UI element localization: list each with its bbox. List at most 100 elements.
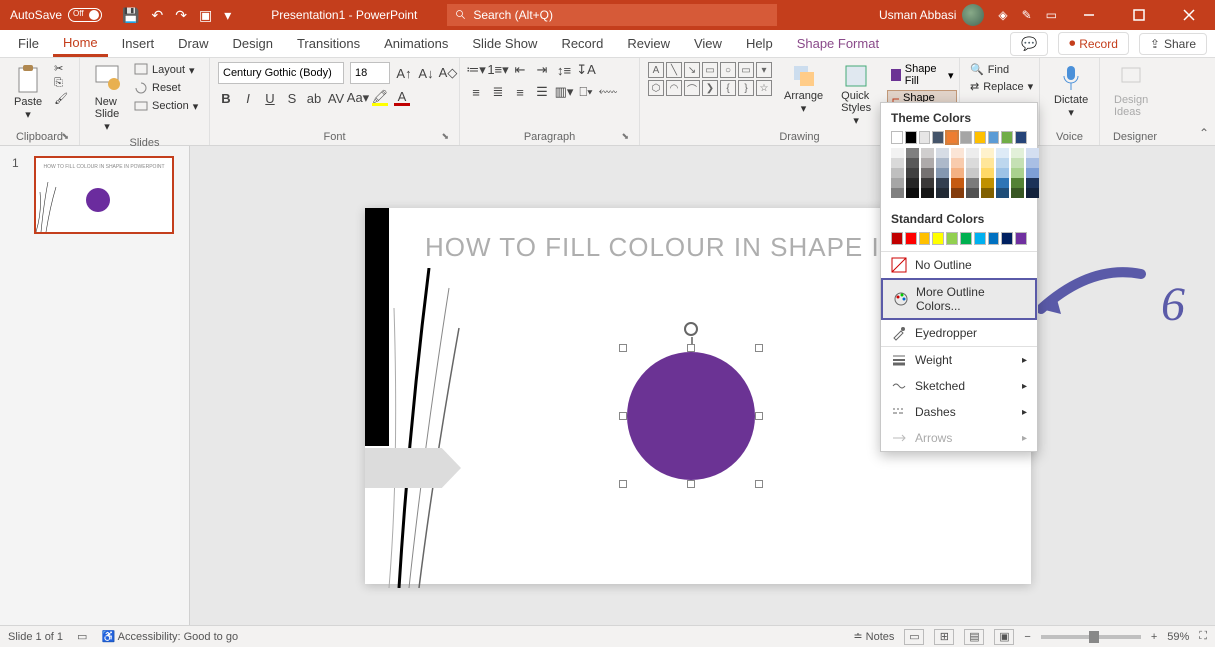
columns-icon[interactable]: ▥▾ <box>556 84 572 100</box>
selected-circle-shape[interactable] <box>623 348 759 484</box>
new-slide-button[interactable]: New Slide▾ <box>88 62 126 135</box>
resize-handle-se[interactable] <box>755 480 763 488</box>
dictate-button[interactable]: Dictate▾ <box>1048 62 1094 121</box>
user-account[interactable]: Usman Abbasi <box>879 4 984 26</box>
close-button[interactable] <box>1171 0 1207 30</box>
outdent-icon[interactable]: ⇤ <box>512 62 528 78</box>
tab-slideshow[interactable]: Slide Show <box>462 32 547 55</box>
theme-color-row[interactable] <box>881 129 1037 146</box>
tab-file[interactable]: File <box>8 32 49 55</box>
collapse-ribbon-icon[interactable]: ⌃ <box>1199 126 1209 140</box>
strike-icon[interactable]: S <box>284 90 300 106</box>
align-right-icon[interactable]: ≡ <box>512 84 528 100</box>
undo-icon[interactable]: ↶ <box>151 7 163 24</box>
shadow-icon[interactable]: ab <box>306 90 322 106</box>
justify-icon[interactable]: ☰ <box>534 84 550 100</box>
clear-format-icon[interactable]: A◇ <box>440 65 456 81</box>
grow-font-icon[interactable]: A↑ <box>396 65 412 81</box>
tab-review[interactable]: Review <box>617 32 680 55</box>
more-outline-colors-item[interactable]: More Outline Colors... <box>881 278 1037 320</box>
spacing-icon[interactable]: AV <box>328 90 344 106</box>
present-icon[interactable]: ▣ <box>199 7 212 24</box>
zoom-level[interactable]: 59% <box>1167 631 1189 643</box>
shapes-gallery[interactable]: A╲↘▭○▭▾ ⬡◠⌒❯{}☆ <box>648 62 772 96</box>
copy-icon[interactable]: ⎘ <box>54 77 68 90</box>
quick-styles-button[interactable]: Quick Styles▾ <box>835 62 877 129</box>
section-button[interactable]: Section▾ <box>132 98 200 114</box>
save-icon[interactable]: 💾 <box>122 7 139 24</box>
bold-icon[interactable]: B <box>218 90 234 106</box>
zoom-in-icon[interactable]: + <box>1151 631 1157 643</box>
case-icon[interactable]: Aa▾ <box>350 90 366 106</box>
minimize-button[interactable] <box>1071 0 1107 30</box>
tab-insert[interactable]: Insert <box>112 32 165 55</box>
arrange-button[interactable]: Arrange▾ <box>778 62 829 117</box>
sorter-view-icon[interactable]: ⊞ <box>934 629 954 645</box>
font-name-combo[interactable]: Century Gothic (Body) <box>218 62 344 84</box>
font-size-combo[interactable]: 18 <box>350 62 390 84</box>
tab-draw[interactable]: Draw <box>168 32 218 55</box>
slideshow-view-icon[interactable]: ▣ <box>994 629 1014 645</box>
tab-home[interactable]: Home <box>53 31 108 57</box>
tab-shape-format[interactable]: Shape Format <box>787 32 889 55</box>
design-ideas-button[interactable]: Design Ideas <box>1108 62 1154 120</box>
format-painter-icon[interactable]: 🖌 <box>54 92 68 105</box>
weight-item[interactable]: Weight▸ <box>881 347 1037 373</box>
notes-button[interactable]: ≐ Notes <box>853 630 894 643</box>
arrow-shape[interactable] <box>365 448 461 488</box>
maximize-button[interactable] <box>1121 0 1157 30</box>
language-icon[interactable]: ▭ <box>77 630 87 643</box>
linespace-icon[interactable]: ↕≡ <box>556 62 572 78</box>
bullets-icon[interactable]: ≔▾ <box>468 62 484 78</box>
reading-view-icon[interactable]: ▤ <box>964 629 984 645</box>
tab-help[interactable]: Help <box>736 32 783 55</box>
align-text-icon[interactable]: ⎕▾ <box>578 84 594 100</box>
redo-icon[interactable]: ↷ <box>175 7 187 24</box>
autosave-toggle[interactable]: Off <box>68 8 102 22</box>
layout-button[interactable]: Layout▾ <box>132 62 200 78</box>
search-box[interactable]: Search (Alt+Q) <box>447 4 777 26</box>
normal-view-icon[interactable]: ▭ <box>904 629 924 645</box>
share-button[interactable]: ⇪Share <box>1139 33 1207 55</box>
pen-icon[interactable]: ✎ <box>1022 8 1032 22</box>
smartart-icon[interactable]: ⬳ <box>600 84 616 100</box>
theme-tints[interactable] <box>881 146 1037 204</box>
resize-handle-s[interactable] <box>687 480 695 488</box>
diamond-icon[interactable]: ◈ <box>998 8 1007 22</box>
font-color-icon[interactable]: A <box>394 90 410 106</box>
sketched-item[interactable]: Sketched▸ <box>881 373 1037 399</box>
rotate-handle[interactable] <box>684 322 698 336</box>
reset-button[interactable]: Reset <box>132 80 200 96</box>
record-button[interactable]: ⏺Record <box>1058 32 1129 55</box>
shrink-font-icon[interactable]: A↓ <box>418 65 434 81</box>
resize-handle-ne[interactable] <box>755 344 763 352</box>
zoom-slider[interactable] <box>1041 635 1141 639</box>
underline-icon[interactable]: U <box>262 90 278 106</box>
tab-record[interactable]: Record <box>551 32 613 55</box>
standard-color-row[interactable] <box>881 230 1037 247</box>
cut-icon[interactable]: ✂ <box>54 62 68 75</box>
dashes-item[interactable]: Dashes▸ <box>881 399 1037 425</box>
align-left-icon[interactable]: ≡ <box>468 84 484 100</box>
find-button[interactable]: 🔍Find <box>968 62 1035 77</box>
resize-handle-nw[interactable] <box>619 344 627 352</box>
fit-window-icon[interactable]: ⛶ <box>1199 630 1207 643</box>
resize-handle-sw[interactable] <box>619 480 627 488</box>
tab-design[interactable]: Design <box>223 32 283 55</box>
numbering-icon[interactable]: 1≡▾ <box>490 62 506 78</box>
tab-animations[interactable]: Animations <box>374 32 458 55</box>
comments-icon[interactable]: 💬 <box>1010 32 1048 56</box>
italic-icon[interactable]: I <box>240 90 256 106</box>
accessibility-status[interactable]: ♿ Accessibility: Good to go <box>101 630 238 643</box>
slide-canvas[interactable]: HOW TO FILL COLOUR IN SHAPE IN POW <box>190 146 1215 625</box>
resize-handle-e[interactable] <box>755 412 763 420</box>
ribbon-display-icon[interactable]: ▭ <box>1046 8 1057 22</box>
eyedropper-item[interactable]: Eyedropper <box>881 320 1037 346</box>
resize-handle-w[interactable] <box>619 412 627 420</box>
tab-view[interactable]: View <box>684 32 732 55</box>
no-outline-item[interactable]: No Outline <box>881 252 1037 278</box>
paste-button[interactable]: Paste▾ <box>8 62 48 123</box>
indent-icon[interactable]: ⇥ <box>534 62 550 78</box>
replace-button[interactable]: ⇄Replace▾ <box>968 79 1035 94</box>
resize-handle-n[interactable] <box>687 344 695 352</box>
